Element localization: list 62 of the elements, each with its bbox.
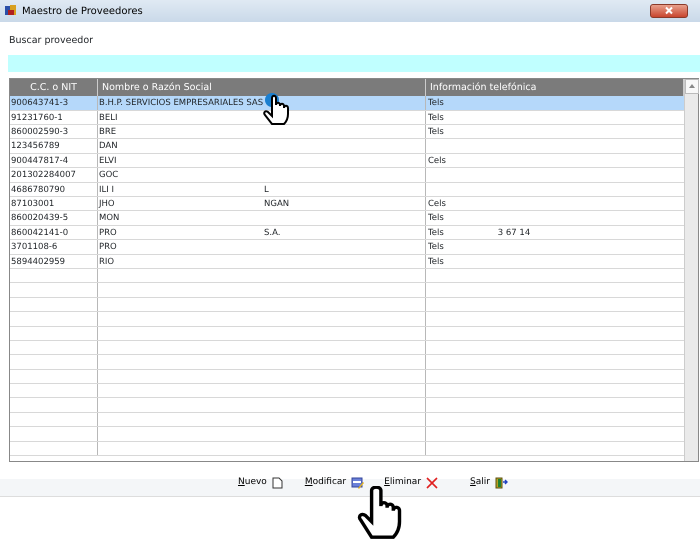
- table-cell: GOC: [99, 169, 118, 181]
- table-row[interactable]: 123456789 DAN: [10, 139, 684, 154]
- table-cell: 91231760-1: [11, 112, 63, 123]
- table-cell: 860020439-5: [11, 213, 68, 224]
- table-row[interactable]: 201302284007 GOC: [10, 168, 684, 183]
- delete-icon: [426, 477, 438, 489]
- table-row[interactable]: 860042141-0 PRO S.A. Tels 3 67 14: [10, 226, 684, 240]
- table-cell: 860002590-3: [11, 127, 68, 138]
- table-cell: Tels: [428, 226, 444, 238]
- edit-button[interactable]: Modificar: [304, 476, 364, 490]
- table-cell: 4686780790: [11, 184, 66, 195]
- app-icon: [4, 4, 18, 17]
- table-cell: B.H.P. SERVICIOS EMPRESARIALES SAS: [99, 97, 264, 109]
- table-cell: 201302284007: [11, 170, 76, 180]
- table-cell: BRE: [99, 126, 116, 138]
- table-cell: L: [264, 184, 269, 196]
- table-cell: S.A.: [264, 226, 280, 239]
- table-row[interactable]: 900447817-4 ELVI Cels: [10, 154, 684, 168]
- exit-door-icon: [494, 477, 508, 489]
- table-cell: Cels: [428, 198, 446, 210]
- table-cell: MON: [99, 212, 120, 224]
- new-button[interactable]: Nuevo: [238, 476, 283, 490]
- table-row[interactable]: 3701108-6 PRO Tels: [10, 240, 684, 255]
- table-cell: NGAN: [264, 198, 290, 210]
- table-row[interactable]: 5894402959 RIO Tels: [10, 254, 684, 269]
- table-cell: 900447817-4: [11, 156, 68, 166]
- table-cell: 5894402959: [11, 256, 66, 267]
- close-button[interactable]: [650, 4, 688, 18]
- table-cell: 87103001: [11, 198, 54, 209]
- table-cell: Tels: [428, 97, 444, 109]
- table-cell: PRO: [99, 226, 117, 238]
- table-cell: 123456789: [11, 141, 60, 152]
- table-cell: Tels: [428, 112, 444, 124]
- table-cell: 3701108-6: [11, 242, 58, 252]
- window-title: Maestro de Proveedores: [22, 4, 143, 18]
- close-icon: [664, 6, 674, 16]
- table-cell: ILI I: [99, 184, 114, 195]
- table-cell: JHO: [99, 198, 115, 210]
- table-cell: RIO: [99, 256, 114, 267]
- table-row[interactable]: 4686780790 ILI I L: [10, 182, 684, 197]
- table-cell: Tels: [428, 256, 444, 267]
- table-cell: Tels: [428, 241, 444, 253]
- table-cell: 3 67 14: [498, 226, 530, 238]
- table-row[interactable]: 860020439-5 MON Tels: [10, 211, 684, 226]
- selected-row[interactable]: 900643741-3 B.H.P. SERVICIOS EMPRESARIALES SAS Tels: [10, 96, 684, 111]
- delete-button[interactable]: Eliminar: [384, 476, 438, 490]
- scrollbar[interactable]: [684, 79, 698, 462]
- table-cell: 860042141-0: [11, 228, 68, 238]
- table-cell: DAN: [99, 140, 118, 152]
- table-cell: ELVI: [99, 154, 116, 166]
- table-row[interactable]: 860002590-3 BRE Tels: [10, 125, 684, 140]
- table-row[interactable]: 87103001 JHO NGAN Cels: [10, 196, 684, 212]
- table-cell: PRO: [99, 241, 117, 253]
- table-cell: Cels: [428, 154, 446, 166]
- search-field[interactable]: [8, 55, 700, 72]
- table-cell: BELI: [99, 112, 118, 124]
- search-label: Buscar proveedor: [9, 34, 94, 48]
- table-cell: Tels: [428, 126, 444, 138]
- table-cell: 900643741-3: [11, 98, 68, 108]
- table-cell: Tels: [428, 212, 444, 224]
- exit-button[interactable]: Salir: [470, 476, 508, 490]
- scroll-up-icon[interactable]: [685, 79, 699, 94]
